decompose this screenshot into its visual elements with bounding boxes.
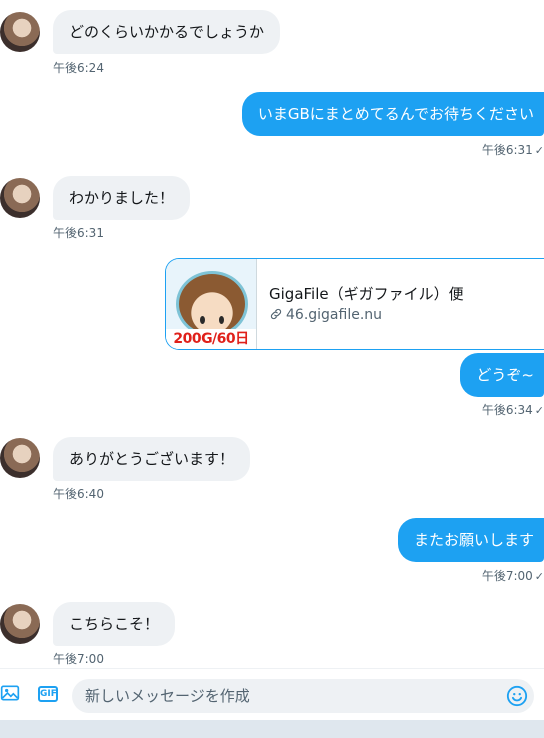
check-icon: ✓ — [534, 404, 544, 417]
window-bottom-edge — [0, 720, 544, 738]
emoji-icon[interactable] — [506, 685, 528, 711]
thumbnail-banner: 200G/60日 — [166, 329, 256, 349]
link-icon — [270, 308, 282, 320]
link-preview-card[interactable]: 200G/60日 GigaFile（ギガファイル）便 46.gigafile.n… — [165, 258, 544, 350]
check-icon: ✓ — [534, 570, 544, 583]
message-composer: GIF 新しいメッセージを作成 — [0, 668, 544, 721]
timestamp-text: 午後7:00 — [481, 569, 533, 583]
mascot-image — [176, 271, 248, 337]
message-bubble-outgoing[interactable]: どうぞ~ — [460, 353, 544, 397]
timestamp-text: 午後6:31 — [481, 143, 533, 157]
check-icon: ✓ — [534, 144, 544, 157]
message-timestamp: 午後6:40 — [53, 487, 104, 501]
avatar[interactable] — [0, 604, 40, 644]
message-timestamp: 午後7:00 ✓ — [482, 567, 544, 584]
message-timestamp: 午後6:31 — [53, 226, 104, 240]
message-bubble-incoming[interactable]: こちらこそ！ — [53, 602, 176, 646]
message-bubble-incoming[interactable]: わかりました！ — [53, 176, 191, 220]
message-bubble-incoming[interactable]: ありがとうございます！ — [53, 437, 251, 481]
message-bubble-outgoing[interactable]: またお願いします — [397, 518, 544, 562]
message-timestamp: 午後6:24 — [53, 61, 104, 75]
message-timestamp: 午後7:00 — [53, 652, 104, 666]
message-input-placeholder: 新しいメッセージを作成 — [85, 687, 250, 705]
message-bubble-incoming[interactable]: どのくらいかかるでしょうか — [53, 10, 281, 54]
gif-button[interactable]: GIF — [38, 686, 58, 702]
timestamp-text: 午後6:34 — [481, 403, 533, 417]
message-timestamp: 午後6:31 ✓ — [482, 141, 544, 158]
message-bubble-outgoing[interactable]: いまGBにまとめてるんでお待ちください — [241, 92, 544, 136]
message-input[interactable]: 新しいメッセージを作成 — [72, 679, 534, 713]
link-preview-title: GigaFile（ギガファイル）便 — [269, 285, 464, 303]
avatar[interactable] — [0, 12, 40, 52]
link-preview-url: 46.gigafile.nu — [269, 307, 382, 323]
avatar[interactable] — [0, 178, 40, 218]
link-preview-thumbnail: 200G/60日 — [166, 259, 257, 349]
message-timestamp: 午後6:34 ✓ — [482, 401, 544, 418]
image-icon[interactable] — [0, 683, 20, 707]
avatar[interactable] — [0, 438, 40, 478]
link-url-text: 46.gigafile.nu — [286, 307, 383, 323]
